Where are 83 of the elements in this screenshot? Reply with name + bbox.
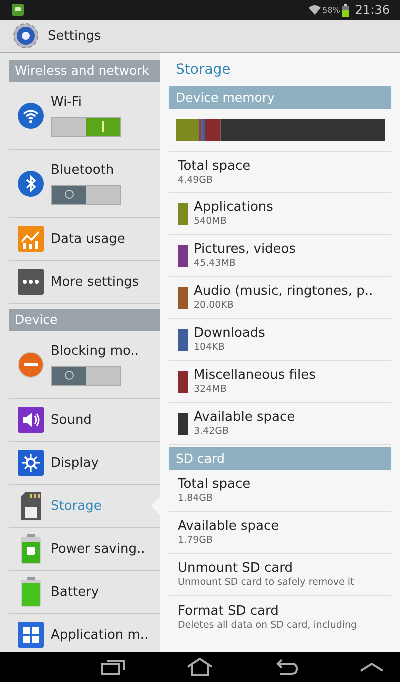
row-label: Unmount SD card bbox=[178, 561, 294, 576]
row-label: Pictures, videos bbox=[194, 242, 296, 257]
recent-apps-icon[interactable] bbox=[101, 659, 125, 675]
storage-row[interactable]: Format SD card Deletes all data on SD card, including bbox=[169, 596, 391, 638]
item-label: Blocking mo.. bbox=[51, 344, 140, 358]
item-label: Battery bbox=[51, 584, 100, 600]
more-icon bbox=[18, 269, 44, 295]
row-value: 3.42GB bbox=[194, 426, 230, 437]
item-label: Display bbox=[51, 456, 99, 470]
battery-icon bbox=[20, 534, 42, 564]
page-title: Storage bbox=[175, 61, 232, 80]
item-label: Application m.. bbox=[51, 628, 149, 642]
section-header: SD card bbox=[169, 447, 391, 470]
row-label: Miscellaneous files bbox=[194, 368, 316, 383]
section-header: Wireless and network bbox=[9, 60, 160, 82]
back-icon[interactable] bbox=[276, 659, 298, 675]
item-label: Storage bbox=[51, 498, 102, 514]
blocking-icon bbox=[18, 352, 44, 378]
storage-row[interactable]: Downloads 104KB bbox=[169, 319, 391, 361]
row-value: 1.84GB bbox=[178, 493, 214, 504]
clock: 21:36 bbox=[355, 3, 390, 17]
settings-item[interactable]: Bluetooth bbox=[9, 150, 160, 218]
storage-row[interactable]: Pictures, videos 45.43MB bbox=[169, 235, 391, 277]
row-value: Deletes all data on SD card, including bbox=[178, 620, 358, 630]
row-label: Available space bbox=[194, 410, 296, 425]
item-label: Wi-Fi bbox=[51, 94, 84, 110]
section-header: Device bbox=[9, 309, 160, 331]
screen-title: Settings bbox=[48, 28, 102, 44]
settings-item[interactable]: More settings bbox=[9, 261, 160, 304]
storage-row[interactable]: Available space 1.79GB bbox=[169, 512, 391, 554]
home-icon[interactable] bbox=[187, 658, 214, 676]
settings-item[interactable]: Battery bbox=[9, 571, 160, 614]
row-value: 104KB bbox=[194, 342, 226, 353]
gear-icon bbox=[12, 22, 40, 50]
row-label: Applications bbox=[194, 200, 274, 215]
sun-icon bbox=[18, 450, 44, 476]
caret-icon[interactable] bbox=[360, 662, 384, 672]
battery-percent: 58% bbox=[322, 6, 340, 14]
settings-item[interactable]: Data usage bbox=[9, 218, 160, 261]
battery-icon bbox=[342, 4, 350, 16]
row-value: 324MB bbox=[194, 384, 228, 395]
row-label: Available space bbox=[178, 519, 280, 534]
storage-row[interactable]: Total space 4.49GB bbox=[169, 151, 391, 193]
toggle-switch[interactable] bbox=[51, 184, 121, 204]
bluetooth-icon bbox=[18, 170, 44, 196]
toggle-switch[interactable] bbox=[51, 366, 121, 386]
storage-row[interactable]: Available space 3.42GB bbox=[169, 403, 391, 445]
section-header: Device memory bbox=[169, 86, 391, 109]
settings-item[interactable]: Display bbox=[9, 442, 160, 485]
row-value: 20.00KB bbox=[194, 300, 235, 311]
row-value: 1.79GB bbox=[178, 535, 214, 546]
item-label: Sound bbox=[51, 412, 92, 428]
storage-row[interactable]: Unmount SD card Unmount SD card to safely remove it bbox=[169, 554, 391, 596]
sd-card-icon bbox=[19, 492, 43, 520]
item-label: Power saving.. bbox=[51, 542, 146, 556]
row-value: Unmount SD card to safely remove it bbox=[178, 577, 354, 588]
wifi-icon bbox=[308, 4, 321, 16]
message-icon bbox=[12, 4, 24, 16]
toggle-switch[interactable] bbox=[51, 116, 121, 136]
grid-icon bbox=[18, 622, 44, 648]
settings-item[interactable]: Blocking mo.. bbox=[9, 331, 160, 399]
settings-item[interactable]: Power saving.. bbox=[9, 528, 160, 571]
settings-item[interactable]: Sound bbox=[9, 399, 160, 442]
settings-item[interactable]: Wi-Fi bbox=[9, 82, 160, 150]
storage-row[interactable]: Miscellaneous files 324MB bbox=[169, 361, 391, 403]
row-label: Total space bbox=[178, 158, 251, 174]
battery-icon bbox=[20, 577, 42, 607]
wifi-icon bbox=[18, 102, 44, 128]
row-label: Total space bbox=[178, 477, 251, 492]
row-value: 45.43MB bbox=[194, 258, 237, 269]
storage-row[interactable]: Audio (music, ringtones, p.. 20.00KB bbox=[169, 277, 391, 319]
row-label: Format SD card bbox=[178, 604, 280, 618]
item-label: Bluetooth bbox=[51, 162, 116, 178]
row-label: Audio (music, ringtones, p.. bbox=[194, 284, 374, 299]
item-label: More settings bbox=[51, 274, 140, 290]
chart-icon bbox=[18, 226, 44, 252]
storage-row[interactable]: Applications 540MB bbox=[169, 193, 391, 235]
row-label: Downloads bbox=[194, 326, 266, 341]
speaker-icon bbox=[18, 407, 44, 433]
row-value: 4.49GB bbox=[178, 174, 214, 186]
item-label: Data usage bbox=[51, 232, 126, 246]
storage-row[interactable]: Total space 1.84GB bbox=[169, 470, 391, 512]
row-value: 540MB bbox=[194, 216, 228, 227]
